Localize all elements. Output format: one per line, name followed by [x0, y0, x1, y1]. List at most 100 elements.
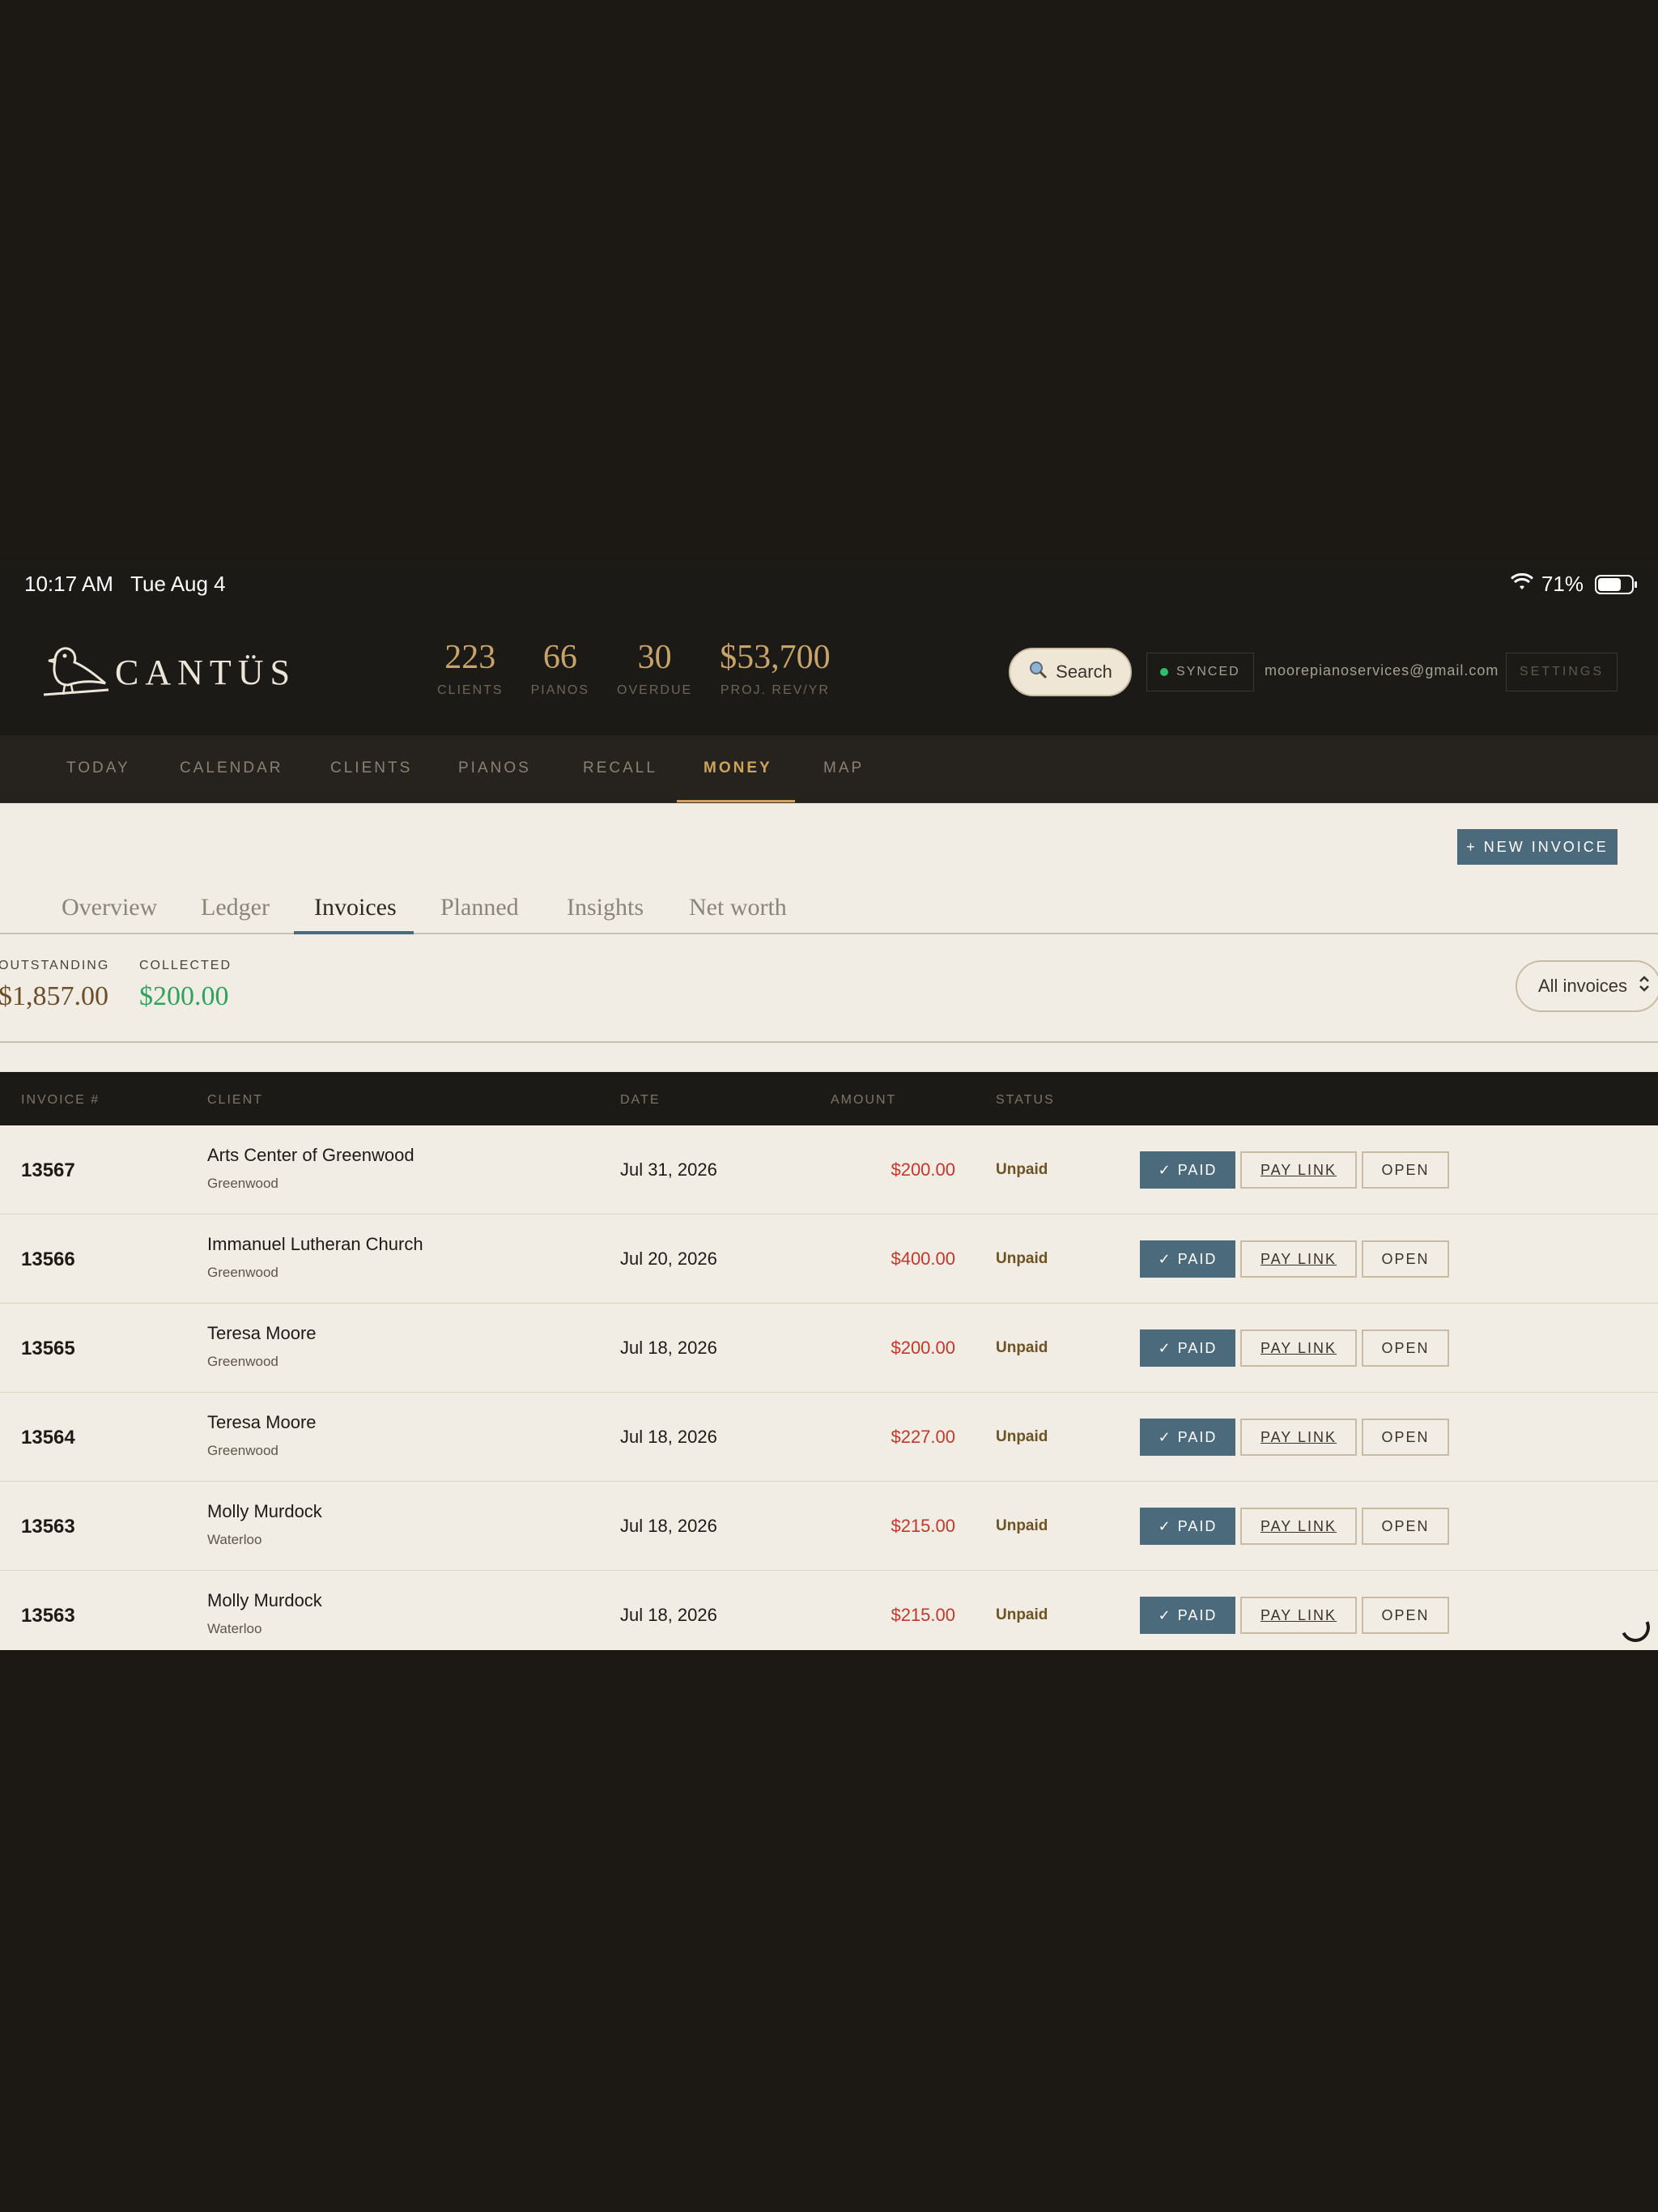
stat-overdue[interactable]: 30 OVERDUE: [617, 638, 692, 698]
stat-pianos[interactable]: 66 PIANOS: [531, 638, 589, 698]
sync-dot-icon: [1160, 668, 1168, 676]
stat-label: OVERDUE: [617, 683, 693, 697]
invoice-row[interactable]: 13565 Teresa Moore Greenwood Jul 18, 2026 $2…: [0, 1304, 1658, 1393]
money-subtabs: Overview Ledger Invoices Planned Insight…: [0, 884, 1658, 934]
invoice-status: Unpaid: [996, 1517, 1048, 1534]
invoice-amount: $400.00: [891, 1249, 955, 1269]
invoice-number: 13564: [21, 1427, 75, 1448]
bird-logo-icon: [40, 638, 110, 707]
status-time-date: 10:17 AM Tue Aug 4: [24, 572, 226, 597]
stat-label: PROJ. REV/YR: [720, 683, 830, 697]
pay-link-button[interactable]: PAY LINK: [1240, 1508, 1357, 1545]
battery-percent: 71%: [1541, 572, 1584, 596]
tab-net-worth[interactable]: Net worth: [689, 894, 787, 921]
invoice-client[interactable]: Molly Murdock: [207, 1501, 322, 1522]
invoice-client[interactable]: Molly Murdock: [207, 1590, 322, 1611]
stat-value: 30: [637, 639, 672, 676]
invoice-client[interactable]: Immanuel Lutheran Church: [207, 1234, 423, 1255]
tab-overview[interactable]: Overview: [62, 894, 157, 921]
invoice-row[interactable]: 13563 Molly Murdock Waterloo Jul 18, 2026 $2…: [0, 1482, 1658, 1571]
invoice-client-city: Waterloo: [207, 1621, 262, 1636]
stat-projected-revenue[interactable]: $53,700 PROJ. REV/YR: [720, 638, 831, 698]
tab-ledger[interactable]: Ledger: [201, 894, 270, 921]
stat-value: 223: [444, 639, 496, 676]
tab-invoices[interactable]: Invoices: [314, 894, 397, 921]
invoice-status: Unpaid: [996, 1606, 1048, 1623]
status-date: Tue Aug 4: [130, 572, 226, 596]
nav-calendar[interactable]: CALENDAR: [180, 759, 283, 777]
open-invoice-button[interactable]: OPEN: [1362, 1508, 1449, 1545]
invoice-number: 13567: [21, 1159, 75, 1181]
invoice-amount: $215.00: [891, 1516, 955, 1536]
invoice-row[interactable]: 13567 Arts Center of Greenwood Greenwood Ju…: [0, 1125, 1658, 1214]
col-date: DATE: [620, 1093, 661, 1107]
status-time: 10:17 AM: [24, 572, 113, 596]
tab-insights[interactable]: Insights: [567, 894, 644, 921]
open-invoice-button[interactable]: OPEN: [1362, 1329, 1449, 1367]
invoice-client[interactable]: Arts Center of Greenwood: [207, 1145, 414, 1166]
mark-paid-button[interactable]: ✓ PAID: [1140, 1329, 1235, 1367]
invoice-client-city: Greenwood: [207, 1176, 278, 1191]
invoice-client-city: Greenwood: [207, 1265, 278, 1280]
wifi-icon: [1510, 572, 1533, 597]
mark-paid-button[interactable]: ✓ PAID: [1140, 1597, 1235, 1634]
invoice-row[interactable]: 13563 Molly Murdock Waterloo Jul 18, 2026 $2…: [0, 1571, 1658, 1650]
status-right: 71%: [1510, 572, 1637, 597]
invoice-client[interactable]: Teresa Moore: [207, 1412, 317, 1433]
outstanding-label: OUTSTANDING: [0, 959, 110, 972]
nav-money[interactable]: MONEY: [704, 759, 772, 777]
stat-clients[interactable]: 223 CLIENTS: [437, 638, 504, 698]
search-label: Search: [1056, 661, 1112, 682]
filter-selected-label: All invoices: [1538, 976, 1628, 996]
sync-status-badge: SYNCED: [1146, 653, 1254, 691]
invoice-status: Unpaid: [996, 1339, 1048, 1356]
mark-paid-button[interactable]: ✓ PAID: [1140, 1151, 1235, 1189]
invoice-amount: $200.00: [891, 1159, 955, 1180]
invoice-date: Jul 18, 2026: [620, 1427, 717, 1447]
invoice-number: 13565: [21, 1338, 75, 1359]
pay-link-button[interactable]: PAY LINK: [1240, 1419, 1357, 1456]
open-invoice-button[interactable]: OPEN: [1362, 1151, 1449, 1189]
nav-recall[interactable]: RECALL: [583, 759, 657, 777]
up-down-chevron-icon: [1639, 975, 1650, 998]
app-header: CANTÜS 223 CLIENTS 66 PIANOS 30 OVERDUE …: [0, 614, 1658, 735]
invoice-date: Jul 18, 2026: [620, 1605, 717, 1625]
collected-label: COLLECTED: [139, 959, 232, 972]
header-stats: 223 CLIENTS 66 PIANOS 30 OVERDUE $53,700…: [437, 638, 858, 698]
tab-planned[interactable]: Planned: [440, 894, 519, 921]
nav-map[interactable]: MAP: [823, 759, 864, 777]
invoice-status: Unpaid: [996, 1428, 1048, 1445]
invoice-status: Unpaid: [996, 1250, 1048, 1267]
col-invoice-number: INVOICE #: [21, 1093, 100, 1107]
invoice-row[interactable]: 13566 Immanuel Lutheran Church Greenwood Ju…: [0, 1214, 1658, 1304]
new-invoice-button[interactable]: + NEW INVOICE: [1457, 829, 1618, 865]
invoice-amount: $227.00: [891, 1427, 955, 1447]
nav-today[interactable]: TODAY: [66, 759, 130, 777]
invoice-client-city: Greenwood: [207, 1354, 278, 1369]
invoice-client[interactable]: Teresa Moore: [207, 1323, 317, 1344]
mark-paid-button[interactable]: ✓ PAID: [1140, 1508, 1235, 1545]
pay-link-button[interactable]: PAY LINK: [1240, 1240, 1357, 1278]
logo[interactable]: CANTÜS: [40, 638, 296, 707]
pay-link-button[interactable]: PAY LINK: [1240, 1151, 1357, 1189]
mark-paid-button[interactable]: ✓ PAID: [1140, 1240, 1235, 1278]
search-button[interactable]: Search: [1009, 648, 1132, 696]
invoice-row[interactable]: 13564 Teresa Moore Greenwood Jul 18, 2026 $2…: [0, 1393, 1658, 1482]
nav-clients[interactable]: CLIENTS: [330, 759, 412, 777]
mark-paid-button[interactable]: ✓ PAID: [1140, 1419, 1235, 1456]
pay-link-button[interactable]: PAY LINK: [1240, 1329, 1357, 1367]
open-invoice-button[interactable]: OPEN: [1362, 1240, 1449, 1278]
invoice-client-city: Waterloo: [207, 1532, 262, 1547]
nav-active-indicator: [677, 800, 795, 802]
open-invoice-button[interactable]: OPEN: [1362, 1597, 1449, 1634]
col-status: STATUS: [996, 1093, 1055, 1107]
invoice-number: 13566: [21, 1249, 75, 1270]
settings-button[interactable]: SETTINGS: [1506, 653, 1618, 691]
invoice-filter-select[interactable]: All invoices: [1516, 960, 1658, 1012]
invoice-amount: $215.00: [891, 1605, 955, 1625]
open-invoice-button[interactable]: OPEN: [1362, 1419, 1449, 1456]
pay-link-button[interactable]: PAY LINK: [1240, 1597, 1357, 1634]
invoice-summary: OUTSTANDING $1,857.00 COLLECTED $200.00 …: [0, 936, 1658, 1043]
nav-pianos[interactable]: PIANOS: [458, 759, 531, 777]
stat-value: 66: [542, 639, 577, 676]
